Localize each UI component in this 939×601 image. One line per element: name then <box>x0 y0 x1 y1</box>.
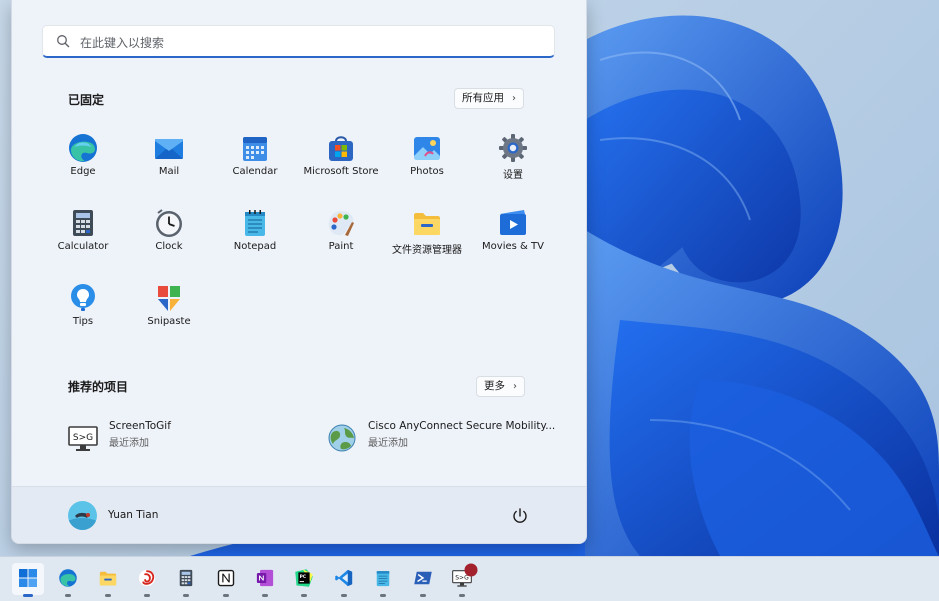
app-tile-paint[interactable]: Paint <box>298 201 384 265</box>
notion-icon <box>217 569 235 587</box>
app-tile-edge[interactable]: Edge <box>40 126 126 190</box>
svg-text:S>G: S>G <box>73 433 93 443</box>
app-tile-photos[interactable]: Photos <box>384 126 470 190</box>
paint-icon <box>328 211 354 236</box>
app-tile-tips[interactable]: Tips <box>40 276 126 340</box>
taskbar-notepad[interactable] <box>367 563 399 597</box>
active-indicator <box>23 594 33 597</box>
photos-icon <box>414 137 440 160</box>
calculator-icon <box>73 210 93 236</box>
running-indicator <box>420 594 426 597</box>
taskbar-onenote[interactable] <box>249 563 281 597</box>
tips-icon <box>71 284 95 311</box>
chevron-right-icon: › <box>512 93 516 104</box>
app-tile-file-explorer[interactable]: 文件资源管理器 <box>384 201 470 265</box>
store-icon <box>329 136 353 161</box>
edge-icon <box>59 569 77 587</box>
running-indicator <box>380 594 386 597</box>
svg-text:PC: PC <box>300 574 306 580</box>
app-tile-settings[interactable]: 设置 <box>470 126 556 190</box>
taskbar-screentogif[interactable]: S>G <box>446 563 478 597</box>
app-tile-clock[interactable]: Clock <box>126 201 212 265</box>
mail-icon <box>155 139 183 159</box>
taskbar-pycharm[interactable]: PC <box>288 563 320 597</box>
start-menu: 在此键入以搜索 已固定 所有应用 › Edge Mail Calendar Mi… <box>11 0 587 544</box>
taskbar-notion[interactable] <box>210 563 242 597</box>
app-tile-movies-tv[interactable]: Movies & TV <box>470 201 556 265</box>
more-button[interactable]: 更多 › <box>476 376 525 397</box>
user-name[interactable]: Yuan Tian <box>108 509 158 521</box>
app-tile-mail[interactable]: Mail <box>126 126 212 190</box>
taskbar-calculator[interactable] <box>170 563 202 597</box>
clock-icon <box>156 209 182 237</box>
app-label: Movies & TV <box>482 241 544 252</box>
recommended-item-screentogif[interactable]: S>G ScreenToGif 最近添加 <box>68 420 268 460</box>
recommended-item-title: Cisco AnyConnect Secure Mobility... <box>368 420 556 432</box>
running-indicator <box>183 594 189 597</box>
taskbar-edge[interactable] <box>52 563 84 597</box>
snipaste-icon <box>158 286 180 311</box>
app-label: Snipaste <box>147 316 191 327</box>
cisco-globe-icon <box>328 424 356 452</box>
notepad-icon <box>376 571 390 587</box>
search-box[interactable]: 在此键入以搜索 <box>42 25 555 58</box>
more-label: 更多 <box>484 380 505 392</box>
calculator-icon <box>179 569 193 587</box>
chevron-right-icon: › <box>513 381 517 392</box>
running-indicator <box>459 594 465 597</box>
taskbar-powershell[interactable] <box>407 563 439 597</box>
running-indicator <box>144 594 150 597</box>
taskbar-app-red-swirl[interactable] <box>131 563 163 597</box>
app-tile-notepad[interactable]: Notepad <box>212 201 298 265</box>
taskbar-file-explorer[interactable] <box>92 563 124 597</box>
search-icon <box>57 35 70 48</box>
avatar-image <box>68 501 97 530</box>
running-indicator <box>341 594 347 597</box>
pinned-section-title: 已固定 <box>68 93 105 107</box>
taskbar: PC S>G <box>0 556 939 601</box>
all-apps-button[interactable]: 所有应用 › <box>454 88 524 109</box>
taskbar-start-button[interactable] <box>12 563 44 597</box>
recommended-item-cisco-anyconnect[interactable]: Cisco AnyConnect Secure Mobility... 最近添加 <box>327 420 567 460</box>
recommended-item-title: ScreenToGif <box>109 420 171 432</box>
pycharm-icon: PC <box>295 569 313 587</box>
edge-icon <box>69 134 97 162</box>
app-tile-microsoft-store[interactable]: Microsoft Store <box>298 126 384 190</box>
app-tile-calendar[interactable]: Calendar <box>212 126 298 190</box>
red-swirl-icon <box>138 569 156 587</box>
user-avatar[interactable] <box>68 501 97 530</box>
onenote-icon <box>256 569 274 587</box>
recommended-section-title: 推荐的项目 <box>68 380 129 394</box>
running-indicator <box>262 594 268 597</box>
start-menu-footer: Yuan Tian <box>12 486 586 543</box>
windows-logo-icon <box>19 569 37 587</box>
powershell-icon <box>414 571 432 585</box>
app-tile-calculator[interactable]: Calculator <box>40 201 126 265</box>
recording-badge-icon <box>464 563 478 577</box>
recommended-item-subtitle: 最近添加 <box>368 438 408 449</box>
app-tile-snipaste[interactable]: Snipaste <box>126 276 212 340</box>
gear-icon <box>499 134 527 162</box>
running-indicator <box>223 594 229 597</box>
app-label: 设置 <box>503 170 523 181</box>
running-indicator <box>65 594 71 597</box>
movies-icon <box>500 210 526 235</box>
calendar-icon <box>243 137 267 161</box>
running-indicator <box>301 594 307 597</box>
power-icon[interactable] <box>510 506 530 526</box>
folder-icon <box>414 213 440 235</box>
recommended-item-subtitle: 最近添加 <box>109 438 149 449</box>
search-input-placeholder: 在此键入以搜索 <box>80 36 165 50</box>
taskbar-vscode[interactable] <box>328 563 360 597</box>
notepad-icon <box>245 210 265 236</box>
all-apps-label: 所有应用 <box>462 92 504 104</box>
screentogif-icon: S>G <box>68 426 98 451</box>
running-indicator <box>105 594 111 597</box>
folder-icon <box>99 571 117 586</box>
vscode-icon <box>335 569 353 587</box>
